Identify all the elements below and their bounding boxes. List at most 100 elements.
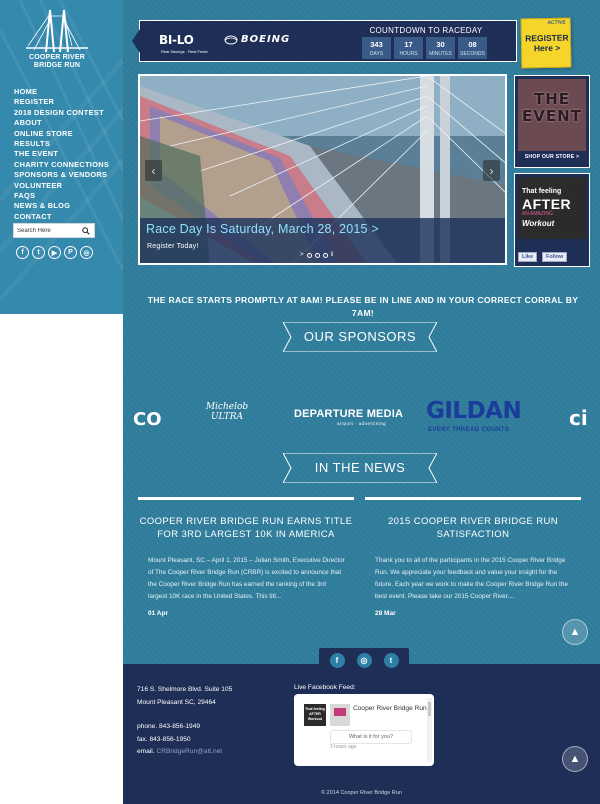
sponsor-logo-tagline: EVERY THREAD COUNTS — [428, 427, 510, 433]
nav-item-news-blog[interactable]: NEWS & BLOG — [14, 201, 109, 211]
footer-social-links: f ◎ t — [319, 648, 409, 672]
countdown-label: HOURS — [399, 51, 418, 57]
sidebar: COOPER RIVER BRIDGE RUN HOME REGISTER 20… — [0, 0, 123, 314]
countdown-hours: 17 HOURS — [394, 37, 423, 59]
phone-number: phone. 843-856-1949 — [137, 723, 201, 730]
slider-dot[interactable] — [306, 252, 312, 258]
countdown-value: 08 — [468, 40, 477, 49]
news-title[interactable]: 2015 COOPER RIVER BRIDGE RUN SATISFACTIO… — [365, 516, 581, 541]
nav-item-contact[interactable]: CONTACT — [14, 212, 109, 222]
sponsor-countdown-banner: BI-LO Real Savings · Real Fresh BOEING C… — [132, 20, 517, 62]
countdown-label: DAYS — [369, 51, 384, 57]
countdown-label: SECONDS — [460, 51, 485, 57]
facebook-buttons: Like Follow — [518, 252, 568, 262]
nav-item-online-store[interactable]: ONLINE STORE — [14, 129, 109, 139]
slider-pager: > ‖ — [300, 252, 333, 258]
shop-store-ad[interactable]: THE EVENT SHOP OUR STORE > — [514, 75, 590, 168]
twitter-follow-button[interactable]: Follow — [542, 252, 568, 262]
pinterest-icon[interactable]: P — [64, 246, 77, 259]
logo-line: COOPER RIVER — [28, 54, 86, 61]
nav-item-faqs[interactable]: FAQS — [14, 191, 109, 201]
facebook-icon[interactable]: f — [329, 652, 345, 668]
scroll-to-top-button[interactable]: ▲ — [562, 619, 588, 645]
search-input[interactable] — [17, 225, 81, 236]
news-heading: IN THE NEWS — [314, 460, 406, 475]
news-date: 28 Mar — [375, 610, 396, 617]
nav-item-about[interactable]: ABOUT — [14, 118, 109, 128]
race-start-notice: THE RACE STARTS PROMPTLY AT 8AM! PLEASE … — [147, 295, 579, 318]
facebook-ad: That feeling AFTER AN AMAZING Workout Li… — [514, 173, 590, 267]
nav-item-home[interactable]: HOME — [14, 87, 109, 97]
feed-post-text: What is it for you? — [330, 730, 412, 744]
contact-info: 716 S. Shelmore Blvd. Suite 105 Mount Pl… — [137, 684, 232, 759]
slide-subtitle[interactable]: Register Today! — [147, 243, 199, 250]
instagram-icon[interactable]: ◎ — [80, 246, 93, 259]
news-title[interactable]: COOPER RIVER BRIDGE RUN EARNS TITLE FOR … — [138, 516, 354, 541]
facebook-icon[interactable]: f — [16, 246, 29, 259]
address-line: Mount Pleasant SC, 29464 — [137, 698, 216, 706]
slider-pause-icon[interactable]: ‖ — [331, 252, 333, 258]
store-image-text: THE — [533, 90, 571, 108]
search-icon[interactable] — [82, 227, 90, 235]
twitter-icon[interactable]: t — [32, 246, 45, 259]
countdown-timer: 343 DAYS 17 HOURS 30 MINUTES 08 SECONDS — [362, 37, 487, 59]
nav-item-the-event[interactable]: THE EVENT — [14, 149, 109, 159]
sponsor-logo[interactable]: GILDAN — [426, 398, 522, 424]
nav-item-charity-connections[interactable]: CHARITY CONNECTIONS — [14, 160, 109, 170]
sponsor-logo[interactable]: Michelob ULTRA — [197, 402, 257, 422]
slider-prev-button[interactable]: ‹ — [145, 160, 162, 181]
ad-text: AN AMAZING — [522, 211, 553, 217]
store-image: THE EVENT — [518, 79, 586, 151]
register-here-button[interactable]: ACTIVE REGISTER Here > — [520, 17, 572, 69]
ad-text: Workout — [522, 219, 555, 228]
site-logo[interactable]: COOPER RIVER BRIDGE RUN — [26, 6, 88, 74]
sponsor-logo-tagline: airport · advertising — [337, 421, 387, 426]
sponsor-logo[interactable]: DEPARTURE MEDIA — [294, 408, 403, 420]
nav-item-sponsors-vendors[interactable]: SPONSORS & VENDORS — [14, 170, 109, 180]
feed-thumbnail[interactable]: That feeling AFTER Workout — [304, 704, 326, 726]
facebook-like-button[interactable]: Like — [518, 252, 538, 262]
news-article: 2015 COOPER RIVER BRIDGE RUN SATISFACTIO… — [365, 497, 581, 617]
nav-item-design-contest[interactable]: 2018 DESIGN CONTEST — [14, 108, 109, 118]
twitter-icon[interactable]: t — [383, 652, 399, 668]
fax-number: fax. 843-856-1950 — [137, 735, 191, 743]
sponsor-logo[interactable]: CO — [133, 409, 162, 430]
feed-avatar[interactable] — [330, 704, 350, 726]
sponsors-heading-ribbon: OUR SPONSORS — [283, 322, 437, 352]
sponsor-logo-carousel: CO Michelob ULTRA DEPARTURE MEDIA airpor… — [123, 396, 600, 440]
store-image-text: EVENT — [522, 107, 582, 125]
youtube-icon[interactable]: ▶ — [48, 246, 61, 259]
copyright-text: © 2014 Cooper River Bridge Run — [123, 786, 600, 804]
slide-title[interactable]: Race Day Is Saturday, March 28, 2015 > — [146, 222, 379, 236]
slide-caption: Race Day Is Saturday, March 28, 2015 > R… — [140, 218, 505, 263]
shop-store-link[interactable]: SHOP OUR STORE > — [515, 154, 589, 160]
boeing-wordmark: BOEING — [241, 34, 291, 45]
countdown-value: 30 — [436, 40, 445, 49]
slider-dot[interactable] — [322, 252, 328, 258]
register-label: Here > — [533, 42, 561, 54]
bilo-logo[interactable]: BI-LO — [159, 33, 194, 47]
ad-text: AFTER — [522, 196, 572, 212]
facebook-ad-image[interactable]: That feeling AFTER AN AMAZING Workout — [518, 177, 586, 239]
address-line: 716 S. Shelmore Blvd. Suite 105 — [137, 686, 233, 693]
news-heading-ribbon: IN THE NEWS — [283, 453, 437, 483]
slider-next-button[interactable]: › — [483, 160, 500, 181]
sponsor-logo[interactable]: ci — [569, 406, 588, 430]
slider-dot[interactable] — [314, 252, 320, 258]
boeing-logo[interactable]: BOEING — [224, 34, 290, 45]
feed-page-name[interactable]: Cooper River Bridge Run — [353, 705, 427, 713]
scroll-to-top-button[interactable]: ▲ — [562, 746, 588, 772]
instagram-icon[interactable]: ◎ — [356, 652, 372, 668]
main-navigation: HOME REGISTER 2018 DESIGN CONTEST ABOUT … — [14, 87, 109, 222]
sponsors-heading: OUR SPONSORS — [303, 329, 417, 344]
bridge-logo-icon — [26, 9, 88, 53]
nav-item-results[interactable]: RESULTS — [14, 139, 109, 149]
email-label: email. — [137, 748, 155, 755]
nav-item-register[interactable]: REGISTER — [14, 97, 109, 107]
nav-item-volunteer[interactable]: VOLUNTEER — [14, 181, 109, 191]
slider-pager-arrow[interactable]: > — [300, 252, 304, 258]
search-box — [13, 223, 95, 238]
email-link[interactable]: CRBridgeRun@att.net — [156, 748, 222, 755]
facebook-feed-label: Live Facebook Feed: — [294, 684, 356, 691]
feed-scrollbar[interactable] — [427, 698, 432, 762]
